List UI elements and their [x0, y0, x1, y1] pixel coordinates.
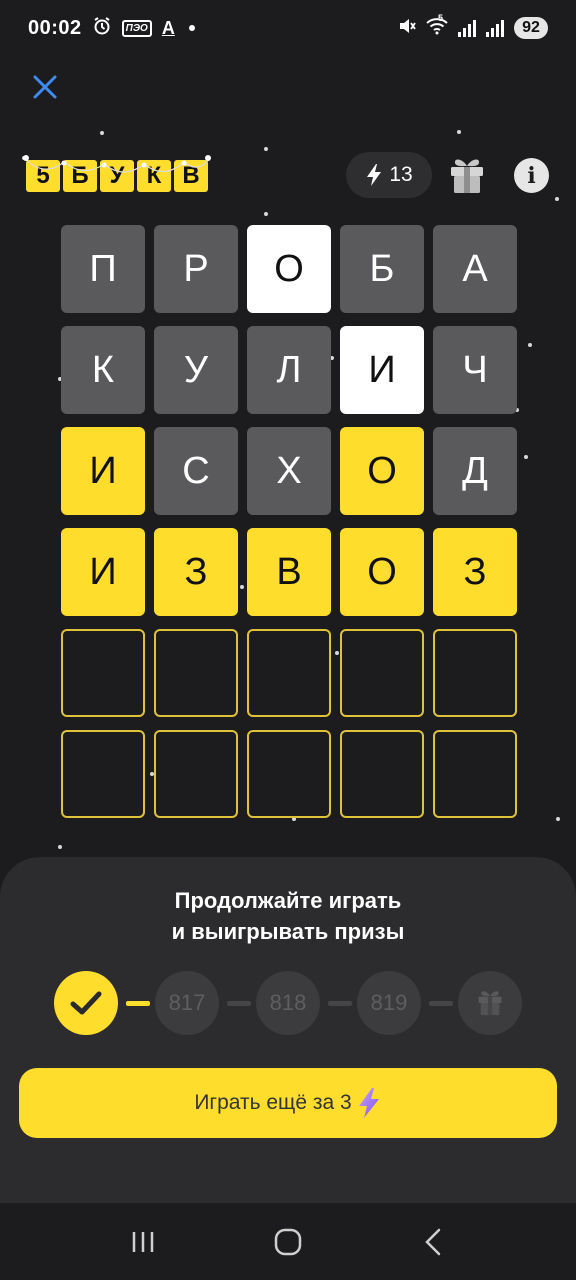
progress-track: 817 818 819	[54, 971, 524, 1035]
back-button[interactable]	[403, 1217, 463, 1267]
grid-cell-empty	[154, 629, 238, 717]
sheet-title: Продолжайте играть и выигрывать призы	[0, 885, 576, 947]
grid-cell-empty	[340, 629, 424, 717]
sheet-title-line1: Продолжайте играть	[174, 888, 402, 913]
grid-cell: О	[340, 427, 424, 515]
progress-step: 818	[256, 971, 320, 1035]
grid-cell-empty	[433, 629, 517, 717]
grid-cell-empty	[433, 730, 517, 818]
word-grid: ПРОБАКУЛИЧИСХОДИЗВОЗ	[61, 225, 517, 818]
back-icon	[425, 1228, 441, 1255]
info-icon: i	[527, 162, 536, 189]
lightning-icon	[358, 1088, 379, 1118]
progress-connector	[126, 1001, 150, 1006]
close-button[interactable]	[28, 70, 62, 104]
sheet-title-line2: и выигрывать призы	[171, 919, 405, 944]
grid-cell-empty	[340, 730, 424, 818]
progress-connector	[328, 1001, 352, 1006]
grid-cell: Р	[154, 225, 238, 313]
game-logo: 5 Б У К В	[26, 160, 208, 192]
grid-cell: О	[247, 225, 331, 313]
alarm-icon	[92, 16, 112, 41]
mute-icon	[398, 17, 416, 40]
grid-cell: И	[61, 528, 145, 616]
grid-cell-empty	[154, 730, 238, 818]
bottom-sheet: Продолжайте играть и выигрывать призы 81…	[0, 857, 576, 1203]
gift-icon	[478, 991, 502, 1016]
grid-cell: К	[61, 326, 145, 414]
network-badge: 5	[438, 12, 444, 23]
grid-cell-empty	[247, 730, 331, 818]
system-nav-bar	[0, 1203, 576, 1280]
info-button[interactable]: i	[514, 158, 549, 193]
logo-letter: Б	[63, 160, 97, 192]
progress-connector	[429, 1001, 453, 1006]
home-icon	[274, 1228, 302, 1255]
status-time: 00:02	[28, 16, 82, 39]
grid-cell: Д	[433, 427, 517, 515]
signal-icon	[458, 19, 476, 37]
gift-icon	[451, 159, 483, 193]
grid-cell: Х	[247, 427, 331, 515]
grid-cell: А	[433, 225, 517, 313]
grid-cell: Л	[247, 326, 331, 414]
progress-step-completed	[54, 971, 118, 1035]
status-right: 5 92	[398, 13, 548, 40]
grid-cell-empty	[61, 730, 145, 818]
wifi-icon: 5	[426, 13, 448, 40]
close-icon	[33, 75, 57, 99]
grid-cell: В	[247, 528, 331, 616]
battery-indicator: 92	[514, 17, 548, 39]
logo-letter: У	[100, 160, 134, 192]
recents-icon	[132, 1231, 153, 1252]
grid-cell-empty	[61, 629, 145, 717]
check-icon	[70, 991, 102, 1015]
grid-cell: О	[340, 528, 424, 616]
grid-cell: И	[61, 427, 145, 515]
carrier-box-icon: ПЭО	[121, 19, 152, 37]
status-left: 00:02 ПЭО A	[28, 16, 195, 41]
status-bar: 00:02 ПЭО A 5 92	[0, 0, 576, 56]
progress-step-prize	[458, 971, 522, 1035]
grid-cell: С	[154, 427, 238, 515]
grid-cell: У	[154, 326, 238, 414]
logo-letter: 5	[26, 160, 60, 192]
logo-letter: К	[137, 160, 171, 192]
recents-button[interactable]	[113, 1217, 173, 1267]
gift-button[interactable]	[446, 156, 488, 196]
grid-cell: Б	[340, 225, 424, 313]
notification-dot-icon	[188, 25, 195, 31]
grid-cell-empty	[247, 629, 331, 717]
signal-icon-2	[486, 19, 504, 37]
energy-counter[interactable]: 13	[346, 152, 432, 198]
grid-cell: И	[340, 326, 424, 414]
grid-cell: П	[61, 225, 145, 313]
logo-letter: В	[174, 160, 208, 192]
progress-connector	[227, 1001, 251, 1006]
grid-cell: З	[154, 528, 238, 616]
play-again-button[interactable]: Играть ещё за 3	[19, 1068, 557, 1138]
carrier-a-icon: A	[161, 17, 175, 38]
lightning-icon	[367, 164, 382, 186]
grid-cell: Ч	[433, 326, 517, 414]
progress-step: 817	[155, 971, 219, 1035]
grid-cell: З	[433, 528, 517, 616]
energy-count: 13	[389, 163, 413, 186]
play-again-label: Играть ещё за 3	[194, 1091, 352, 1114]
progress-step: 819	[357, 971, 421, 1035]
home-button[interactable]	[258, 1217, 318, 1267]
